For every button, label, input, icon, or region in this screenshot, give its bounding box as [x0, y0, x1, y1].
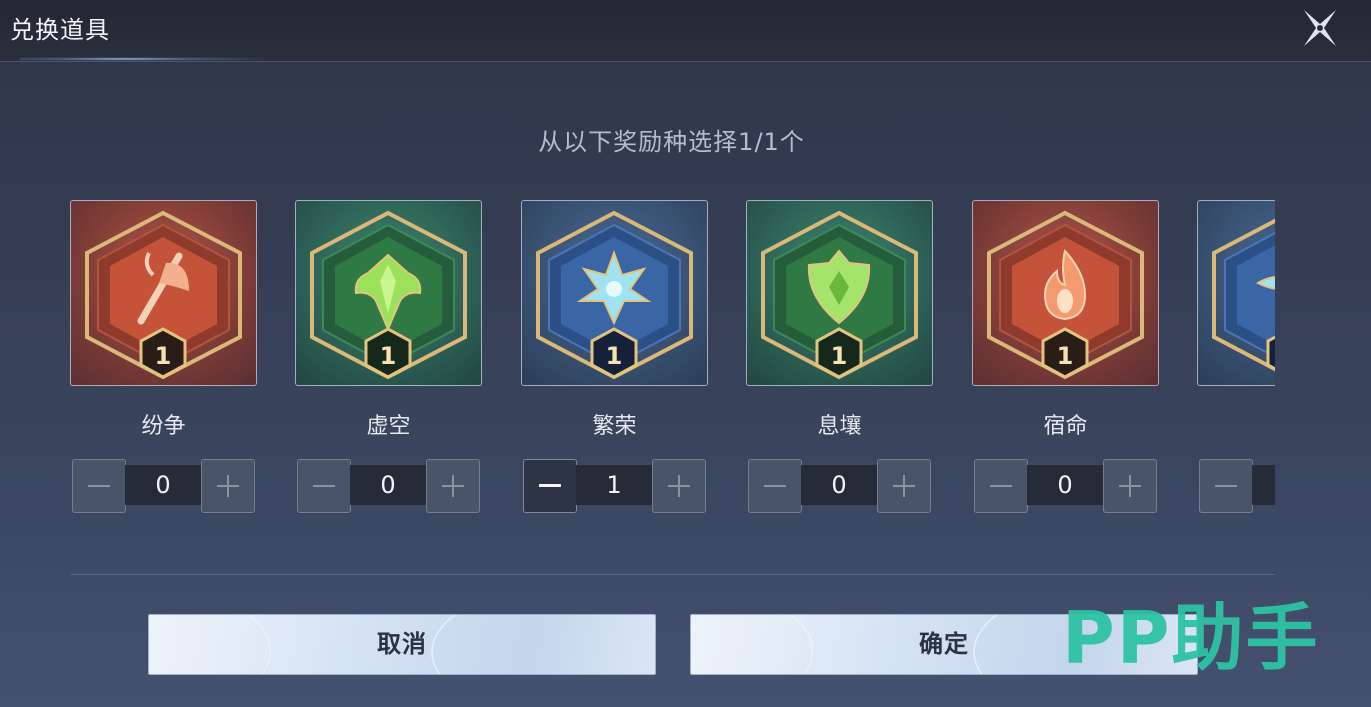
quantity-value: 1 [576, 465, 652, 505]
close-icon [1304, 10, 1336, 46]
reward-card[interactable]: 1 [746, 200, 933, 386]
dialog-title: 兑换道具 [10, 16, 110, 44]
decrease-button[interactable] [523, 459, 577, 513]
divider [70, 574, 1275, 575]
quantity-value: 0 [1252, 465, 1275, 505]
reward-list: 1 纷争 0 1 虚空 0 1 繁荣 1 1 息壤 0 1 宿命 0 1 [70, 200, 1275, 530]
minus-icon [539, 484, 561, 487]
reward-name: 虚空 [366, 414, 411, 439]
reward-item: 1 繁荣 1 [521, 200, 708, 520]
cancel-button[interactable]: 取消 [148, 614, 656, 675]
decrease-button[interactable] [72, 459, 126, 513]
reward-card[interactable]: 1 [972, 200, 1159, 386]
quantity-stepper: 0 [748, 459, 931, 513]
minus-icon [990, 485, 1012, 487]
reward-item: 1 宿命 0 [972, 200, 1159, 520]
quantity-stepper: 0 [1199, 459, 1275, 513]
plus-icon-vertical [903, 475, 905, 497]
decrease-button[interactable] [748, 459, 802, 513]
level-badge: 1 [606, 342, 623, 370]
quantity-stepper: 1 [523, 459, 706, 513]
level-badge: 1 [155, 342, 172, 370]
quantity-stepper: 0 [72, 459, 255, 513]
reward-card[interactable]: 1 [295, 200, 482, 386]
minus-icon [88, 485, 110, 487]
reward-name: 宿命 [1043, 414, 1088, 439]
close-button[interactable] [1296, 6, 1344, 50]
plus-icon-vertical [1129, 475, 1131, 497]
plus-icon-vertical [227, 475, 229, 497]
decrease-button[interactable] [974, 459, 1028, 513]
reward-name: 七 [1197, 408, 1275, 440]
reward-card[interactable]: 1 [70, 200, 257, 386]
reward-item: 1 虚空 0 [295, 200, 482, 520]
decrease-button[interactable] [297, 459, 351, 513]
dialog-header: 兑换道具 [0, 0, 1371, 62]
level-badge: 1 [1057, 342, 1074, 370]
selection-hint: 从以下奖励种选择1/1个 [538, 128, 805, 156]
quantity-stepper: 0 [297, 459, 480, 513]
reward-item: 1 息壤 0 [746, 200, 933, 520]
watermark: PP助手 [1062, 596, 1320, 680]
quantity-value: 0 [125, 465, 201, 505]
reward-item: 1 七 0 [1197, 200, 1275, 520]
reward-name: 繁荣 [592, 414, 637, 439]
increase-button[interactable] [201, 459, 255, 513]
increase-button[interactable] [652, 459, 706, 513]
level-badge: 1 [831, 342, 848, 370]
reward-name: 息壤 [817, 414, 862, 439]
reward-item: 1 纷争 0 [70, 200, 257, 520]
cancel-label: 取消 [377, 630, 427, 658]
minus-icon [764, 485, 786, 487]
increase-button[interactable] [877, 459, 931, 513]
plus-icon-vertical [452, 475, 454, 497]
minus-icon [1215, 485, 1237, 487]
title-underline-glow [20, 57, 280, 61]
reward-card[interactable]: 1 [521, 200, 708, 386]
increase-button[interactable] [1103, 459, 1157, 513]
quantity-value: 0 [801, 465, 877, 505]
quantity-value: 0 [1027, 465, 1103, 505]
quantity-stepper: 0 [974, 459, 1157, 513]
minus-icon [313, 485, 335, 487]
quantity-value: 0 [350, 465, 426, 505]
plus-icon-vertical [678, 475, 680, 497]
decrease-button[interactable] [1199, 459, 1253, 513]
reward-name: 纷争 [141, 414, 186, 439]
increase-button[interactable] [426, 459, 480, 513]
level-badge: 1 [380, 342, 397, 370]
reward-card[interactable]: 1 [1197, 200, 1275, 386]
